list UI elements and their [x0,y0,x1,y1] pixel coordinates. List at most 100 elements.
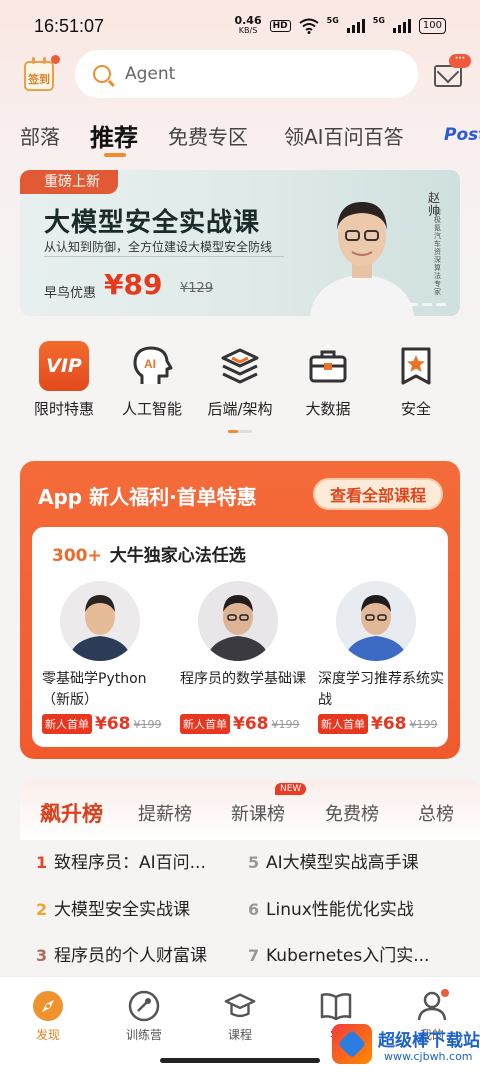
category-label: 大数据 [305,400,351,418]
rank-title: 致程序员：AI百问... [54,853,206,873]
rank-item[interactable]: 2 大模型安全实战课 [36,895,190,920]
signal-1-label: 5G [326,16,339,25]
nav-discover[interactable]: 发现 [8,989,88,1043]
category-pager [228,430,252,433]
course-price-row: 新人首单 ¥68 ¥199 [180,714,312,734]
rank-tab-rising[interactable]: 飙升榜 [40,798,103,828]
banner-price: ¥89 [104,268,163,301]
nav-training[interactable]: 训练营 [104,989,184,1043]
category-backend[interactable]: 后端/架构 [195,340,285,419]
category-ai[interactable]: AI 人工智能 [107,340,197,419]
training-icon [128,990,160,1022]
nav-courses[interactable]: 课程 [200,989,280,1043]
new-user-tag: 新人首单 [318,714,368,734]
promo-banner[interactable]: 重磅上新 大模型安全实战课 从认知到防御，全方位建设大模型安全防线 早鸟优惠 ¥… [20,170,460,316]
rank-tab-new[interactable]: 新课榜 [231,800,285,826]
category-label: 后端/架构 [207,400,273,418]
course-old-price: ¥199 [409,717,438,731]
battery-icon: 100 [418,18,446,34]
course-teacher-avatar [336,581,416,661]
course-title: 深度学习推荐系统实战 [318,671,444,708]
status-bar: 16:51:07 0.46 KB/S HD 5G 5G 100 [0,0,480,52]
newbie-promo: App 新人福利·首单特惠 查看全部课程 300+ 大牛独家心法任选 零基础学Py… [20,461,460,759]
watermark-text: 超级棒下载站 [378,1031,480,1051]
layers-icon [221,348,259,384]
search-input[interactable]: Agent [75,50,418,98]
rank-number: 7 [248,946,260,965]
teacher-desc: 前极氪汽车资深算法专家 [434,208,441,296]
home-indicator[interactable] [160,1058,320,1063]
rank-title: Linux性能优化实战 [266,900,414,920]
banner-price-label: 早鸟优惠 [44,286,97,301]
rank-item[interactable]: 7 Kubernetes入门实... [248,941,429,966]
course-title: 零基础学Python（新版） [42,671,147,708]
tab-post[interactable]: Post [444,125,480,145]
tab-ai-qa[interactable]: 领AI百问百答 [284,121,404,150]
category-label: 限时特惠 [33,400,94,418]
ai-head-icon: AI [133,346,173,384]
watermark-url: www.cjbwh.com [384,1050,473,1063]
course-old-price: ¥199 [271,717,300,731]
tab-free[interactable]: 免费专区 [168,121,248,150]
promo-card: 300+ 大牛独家心法任选 零基础学Python（新版） 新人首单 ¥68 ¥19… [32,527,448,747]
rank-item[interactable]: 5 AI大模型实战高手课 [248,848,419,873]
signal-2-icon [392,19,411,33]
course-price-row: 新人首单 ¥68 ¥199 [318,714,450,734]
rank-tab-free[interactable]: 免费榜 [325,800,379,826]
rank-title: AI大模型实战高手课 [266,853,419,873]
banner-divider [44,256,284,257]
banner-subtitle: 从认知到防御，全方位建设大模型安全防线 [44,240,273,254]
course-teacher-avatar [60,581,140,661]
top-tabs: 部落 推荐 免费专区 领AI百问百答 Post [0,110,480,160]
search-icon [93,65,111,83]
graduation-cap-icon [224,993,256,1018]
promo-title: App 新人福利·首单特惠 [38,485,257,509]
rank-tab-all[interactable]: 总榜 [418,800,454,826]
network-speed-unit: KB/S [238,26,258,35]
signin-label: 签到 [28,73,50,86]
tab-active-indicator [104,153,126,157]
course-price: ¥68 [95,714,131,734]
rank-title: Kubernetes入门实... [266,946,430,966]
view-all-courses-button[interactable]: 查看全部课程 [313,478,443,510]
signal-2-label: 5G [372,16,385,25]
rank-item[interactable]: 3 程序员的个人财富课 [36,941,207,966]
vip-icon: VIP [39,341,89,391]
category-label: 安全 [400,400,431,418]
mail-icon[interactable] [434,65,462,87]
course-card-recsys[interactable]: 深度学习推荐系统实战 新人首单 ¥68 ¥199 [318,581,450,734]
ranking-tabs: 飙升榜 提薪榜 新课榜 免费榜 总榜 NEW [20,780,480,840]
briefcase-icon [309,350,347,383]
banner-pager [408,303,446,306]
category-security[interactable]: 安全 [371,340,461,419]
category-bigdata[interactable]: 大数据 [283,340,373,419]
promo-card-text: 大牛独家心法任选 [109,546,246,566]
nav-label: 发现 [35,1028,60,1042]
rank-number: 6 [248,900,260,919]
status-icons: 0.46 KB/S HD 5G 5G 100 [234,15,446,36]
book-icon [320,993,352,1021]
course-price: ¥68 [233,714,269,734]
course-old-price: ¥199 [133,717,162,731]
rank-item[interactable]: 6 Linux性能优化实战 [248,895,414,920]
course-price: ¥68 [371,714,407,734]
rank-item[interactable]: 1 致程序员：AI百问... [36,848,206,873]
tab-recommend[interactable]: 推荐 [90,118,138,153]
category-vip[interactable]: VIP 限时特惠 [19,340,109,419]
rank-number: 5 [248,853,260,872]
network-speed: 0.46 KB/S [234,15,261,36]
course-title: 程序员的数学基础课 [180,671,306,687]
new-user-tag: 新人首单 [42,714,92,734]
course-teacher-avatar [198,581,278,661]
search-placeholder: Agent [125,64,176,84]
new-user-tag: 新人首单 [180,714,230,734]
banner-tag: 重磅上新 [20,170,118,194]
tab-tribe[interactable]: 部落 [20,121,60,150]
rank-title: 大模型安全实战课 [54,900,190,920]
signin-button[interactable]: 签到 [24,55,60,91]
rank-tab-salary[interactable]: 提薪榜 [138,800,192,826]
rank-number: 2 [36,900,48,919]
wifi-icon [299,18,319,34]
course-card-python[interactable]: 零基础学Python（新版） 新人首单 ¥68 ¥199 [42,581,174,734]
course-card-math[interactable]: 程序员的数学基础课 新人首单 ¥68 ¥199 [180,581,312,734]
